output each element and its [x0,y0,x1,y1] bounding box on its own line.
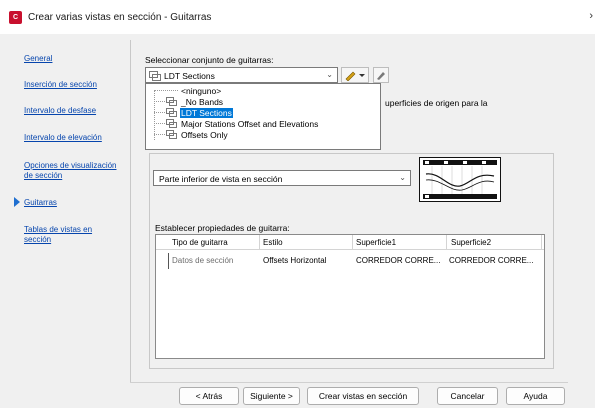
cell-style[interactable]: Offsets Horizontal [263,256,326,265]
cancel-button[interactable]: Cancelar [437,387,498,405]
help-button[interactable]: Ayuda [506,387,565,405]
footer-divider [130,382,568,383]
band-set-icon [166,97,177,106]
column-header-tipo[interactable]: Tipo de guitarra [172,238,228,247]
band-location-combo[interactable]: Parte inferior de vista en sección ⌄ [153,170,411,186]
cell-surface1[interactable]: CORREDOR CORRE... [356,256,446,265]
section-preview-icon [423,160,497,199]
cell-surface2[interactable]: CORREDOR CORRE... [449,256,543,265]
band-set-icon [166,130,177,139]
column-header-estilo[interactable]: Estilo [263,238,283,247]
chevron-down-icon: ⌄ [326,70,333,79]
nav-guitarras[interactable]: Guitarras [24,198,57,208]
dropdown-option-major-stations[interactable]: Major Stations Offset and Elevations [146,118,380,129]
create-section-views-button[interactable]: Crear vistas en sección [307,387,419,405]
band-properties-grid: Tipo de guitarra Estilo Superficie1 Supe… [155,234,545,359]
close-icon[interactable]: › [589,10,593,22]
nav-opciones-visualizacion[interactable]: Opciones de visualización de sección [24,161,124,181]
dropdown-option-ninguno[interactable]: <ninguno> [146,85,380,96]
pencil-dropdown-icon [345,71,365,82]
edit-band-set-button[interactable] [341,67,369,83]
band-set-icon [166,119,177,128]
surfaces-description: uperficies de origen para la [385,98,488,108]
dropdown-option-ldt-sections[interactable]: LDT Sections [146,107,380,118]
dropdown-option-no-bands[interactable]: _No Bands [146,96,380,107]
dropdown-option-offsets-only[interactable]: Offsets Only [146,129,380,140]
chevron-down-icon: ⌄ [399,173,406,182]
band-set-dropdown-list[interactable]: <ninguno> _No Bands LDT Sections Major S… [145,83,381,150]
band-set-value: LDT Sections [164,71,215,81]
nav-intervalo-desfase[interactable]: Intervalo de desfase [24,106,96,116]
next-button[interactable]: Siguiente > [243,387,300,405]
grid-header: Tipo de guitarra Estilo Superficie1 Supe… [156,235,544,250]
band-preview-image [419,157,501,202]
cell-band-type: Datos de sección [172,256,234,265]
app-icon: C [9,11,22,24]
band-set-combo[interactable]: LDT Sections ⌄ [145,67,338,83]
band-set-icon [166,108,177,117]
band-location-value: Parte inferior de vista en sección [159,174,283,184]
title-bar: C Crear varias vistas en sección - Guita… [0,0,595,34]
nav-intervalo-elevacion[interactable]: Intervalo de elevación [24,133,102,143]
column-header-superficie1[interactable]: Superficie1 [356,238,396,247]
window-title: Crear varias vistas en sección - Guitarr… [28,12,212,23]
band-set-icon [149,71,161,81]
table-row[interactable]: Datos de sección Offsets Horizontal CORR… [156,253,544,268]
nav-insercion-seccion[interactable]: Inserción de sección [24,80,97,90]
nav-tablas-vistas[interactable]: Tablas de vistas en sección [24,225,109,245]
back-button[interactable]: < Atrás [179,387,239,405]
band-properties-label: Establecer propiedades de guitarra: [155,223,290,233]
nav-general[interactable]: General [24,54,52,64]
column-header-superficie2[interactable]: Superficie2 [451,238,491,247]
nav-divider [130,40,131,382]
pick-from-drawing-button[interactable] [373,67,389,83]
current-page-marker-icon [14,197,20,207]
pick-icon [377,72,385,80]
band-set-label: Seleccionar conjunto de guitarras: [145,55,274,65]
